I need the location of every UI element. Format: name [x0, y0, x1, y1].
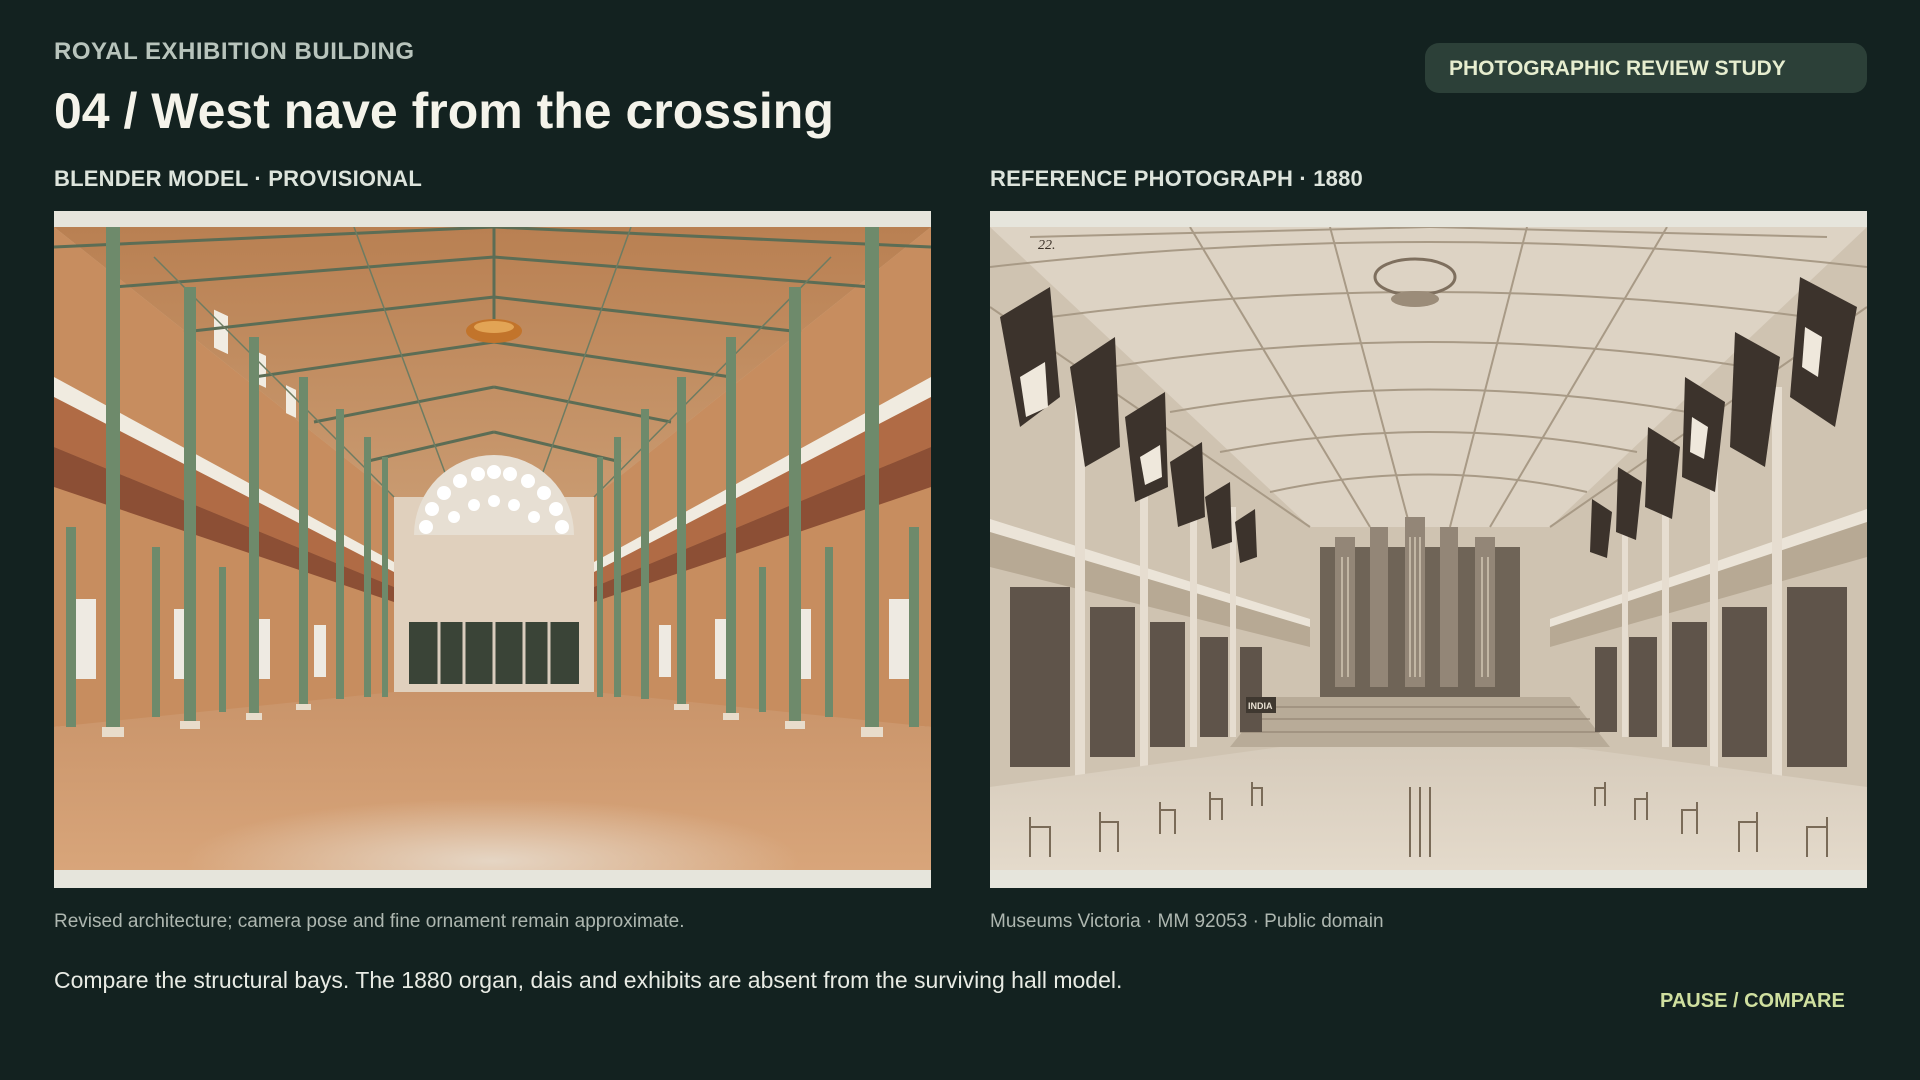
comparison-note: Compare the structural bays. The 1880 or…	[54, 967, 1123, 993]
plate-number: 22.	[1038, 238, 1056, 253]
photo-image-frame: 22. INDIA	[990, 211, 1867, 888]
study-badge: PHOTOGRAPHIC REVIEW STUDY	[1425, 43, 1867, 93]
pause-compare-button[interactable]: PAUSE / COMPARE	[1660, 990, 1845, 1013]
blender-model-render	[54, 227, 931, 870]
photo-panel-label: REFERENCE PHOTOGRAPH · 1880	[990, 166, 1363, 191]
model-panel-label: BLENDER MODEL · PROVISIONAL	[54, 166, 423, 191]
india-sign: INDIA	[1248, 701, 1273, 711]
building-eyebrow: ROYAL EXHIBITION BUILDING	[54, 38, 415, 65]
photo-caption: Museums Victoria · MM 92053 · Public dom…	[990, 911, 1384, 932]
slide-title: 04 / West nave from the crossing	[54, 83, 834, 139]
study-badge-label: PHOTOGRAPHIC REVIEW STUDY	[1449, 57, 1786, 80]
reference-photograph-1880: 22. INDIA	[990, 227, 1867, 870]
model-image-frame	[54, 211, 931, 888]
model-caption: Revised architecture; camera pose and fi…	[54, 911, 685, 932]
